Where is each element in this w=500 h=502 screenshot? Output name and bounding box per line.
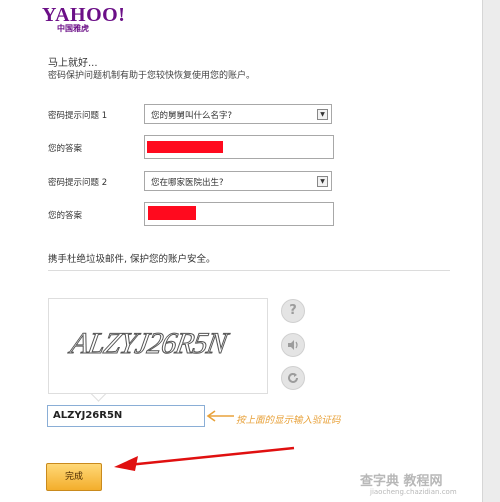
form-panel: YAHOO! 中国雅虎 马上就好... 密码保护问题机制有助于您较快恢复使用您的… <box>0 0 483 502</box>
submit-arrow-icon <box>114 446 295 471</box>
yahoo-logo[interactable]: YAHOO! <box>42 5 125 25</box>
intro-description: 密码保护问题机制有助于您较快恢复使用您的账户。 <box>48 71 256 81</box>
question-2-select[interactable]: 您在哪家医院出生? ▼ <box>144 171 332 191</box>
chevron-down-icon[interactable]: ▼ <box>317 176 328 187</box>
hint-arrow-icon <box>206 410 234 422</box>
captcha-image-text: ALZYJ26R5N <box>68 327 230 361</box>
captcha-input[interactable]: ALZYJ26R5N <box>47 405 205 427</box>
help-icon[interactable]: ? <box>281 299 305 323</box>
question-1-label: 密码提示问题 1 <box>48 111 108 121</box>
answer-2-field[interactable] <box>144 202 334 226</box>
spam-section-title: 携手杜绝垃圾邮件, 保护您的账户安全。 <box>48 254 216 265</box>
chevron-down-icon[interactable]: ▼ <box>317 109 328 120</box>
answer-1-redaction <box>147 141 223 153</box>
refresh-icon[interactable] <box>281 366 305 390</box>
answer-1-field[interactable] <box>144 135 334 159</box>
answer-2-label: 您的答案 <box>48 211 83 221</box>
answer-2-redaction <box>148 206 196 220</box>
question-2-label: 密码提示问题 2 <box>48 178 108 188</box>
captcha-image: ALZYJ26R5N <box>48 298 268 394</box>
yahoo-china-label: 中国雅虎 <box>57 24 89 33</box>
section-divider <box>48 270 450 271</box>
answer-1-label: 您的答案 <box>48 144 83 154</box>
watermark-url: jiaocheng.chazidian.com <box>370 488 457 496</box>
audio-icon[interactable] <box>281 333 305 357</box>
question-1-select[interactable]: 您的舅舅叫什么名字? ▼ <box>144 104 332 124</box>
question-2-value: 您在哪家医院出生? <box>151 178 224 188</box>
watermark: 查字典 教程网 <box>360 474 443 489</box>
submit-button[interactable]: 完成 <box>46 463 102 491</box>
greeting-text: 马上就好... <box>48 58 98 69</box>
captcha-hint: 按上面的显示输入验证码 <box>236 415 341 426</box>
question-1-value: 您的舅舅叫什么名字? <box>151 111 233 121</box>
